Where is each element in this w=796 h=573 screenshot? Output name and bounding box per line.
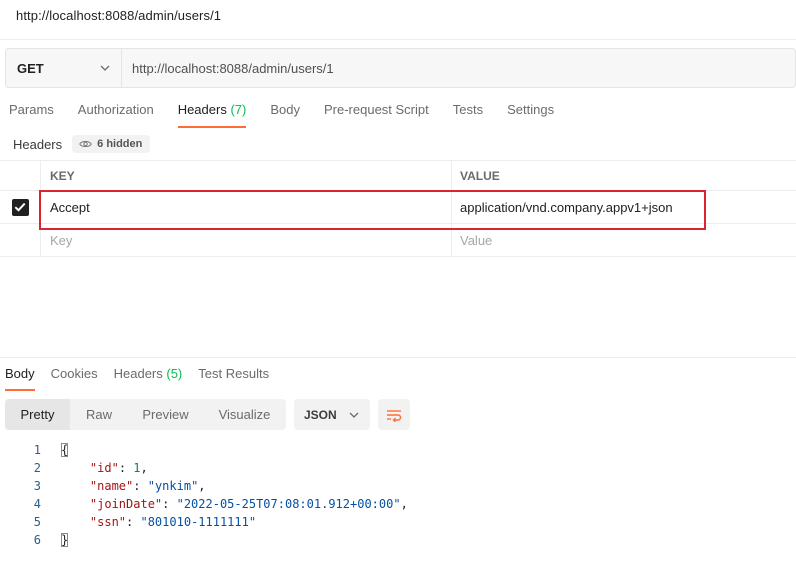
response-body-code[interactable]: 1 { 2 "id": 1, 3 "name": "ynkim", 4 "joi… [0, 441, 796, 549]
table-row-empty: Key Value [0, 224, 796, 257]
tab-label: Pre-request Script [323, 102, 429, 117]
line-number: 5 [33, 515, 41, 529]
json-value: 1 [133, 461, 141, 475]
tab-tests[interactable]: Tests [453, 102, 483, 128]
url-input[interactable] [122, 49, 795, 87]
checkmark-icon [14, 202, 26, 212]
tab-label: Params [9, 102, 54, 117]
line-number: 3 [33, 479, 41, 493]
view-visualize-button[interactable]: Visualize [203, 399, 286, 430]
column-header-value: VALUE [460, 168, 500, 183]
header-key-cell[interactable]: Accept [41, 191, 452, 223]
tab-authorization[interactable]: Authorization [78, 102, 154, 128]
json-key: "id" [89, 461, 119, 475]
tab-response-headers[interactable]: Headers (5) [114, 366, 183, 391]
tab-label: Body [5, 366, 35, 381]
tab-label: Test Results [198, 366, 270, 381]
tab-test-results[interactable]: Test Results [198, 366, 269, 391]
column-header-key: KEY [41, 161, 452, 190]
tab-label: Headers [177, 102, 227, 117]
tab-label: Headers [113, 366, 163, 381]
line-number: 1 [33, 443, 41, 457]
json-key: "ssn" [89, 515, 127, 529]
json-value: "ynkim" [147, 479, 199, 493]
method-label: GET [17, 60, 44, 76]
tab-label: Settings [507, 102, 555, 117]
code-line: 1 { [0, 441, 796, 459]
close-brace: } [61, 533, 69, 547]
headers-table: KEY VALUE Accept application/vnd.company… [0, 160, 796, 257]
divider [0, 39, 796, 40]
url-bar: GET [5, 48, 796, 88]
json-value: "2022-05-25T07:08:01.912+00:00" [176, 497, 401, 511]
divider [0, 357, 796, 358]
code-line: 6 } [0, 531, 796, 549]
format-label: JSON [304, 407, 337, 422]
hidden-headers-toggle[interactable]: 6 hidden [72, 135, 151, 153]
eye-icon [79, 140, 92, 148]
code-line: 5 "ssn": "801010-1111111" [0, 513, 796, 531]
line-number: 6 [33, 533, 41, 547]
json-key: "name" [89, 479, 134, 493]
tab-count: (5) [166, 366, 183, 381]
json-value: "801010-1111111" [140, 515, 257, 529]
tab-label: Authorization [77, 102, 154, 117]
table-header-row: KEY VALUE [0, 160, 796, 191]
tab-count: (7) [230, 102, 247, 117]
request-tabs: Params Authorization Headers (7) Body Pr… [9, 102, 578, 128]
row-enabled-checkbox[interactable] [11, 198, 29, 216]
code-line: 2 "id": 1, [0, 459, 796, 477]
tab-params[interactable]: Params [9, 102, 54, 128]
tab-label: Tests [452, 102, 484, 117]
line-number: 2 [33, 461, 41, 475]
hidden-count-label: 6 hidden [97, 138, 143, 150]
tab-label: Cookies [50, 366, 98, 381]
new-key-field[interactable]: Key [41, 224, 452, 256]
wrap-lines-button[interactable] [378, 399, 410, 430]
code-line: 4 "joinDate": "2022-05-25T07:08:01.912+0… [0, 495, 796, 513]
tab-response-cookies[interactable]: Cookies [51, 366, 98, 391]
open-brace: { [61, 443, 69, 457]
response-tabs: Body Cookies Headers (5) Test Results [5, 366, 285, 391]
tab-label: Body [270, 102, 300, 117]
method-dropdown[interactable]: GET [6, 49, 122, 87]
format-dropdown[interactable]: JSON [294, 399, 370, 430]
headers-subheader: Headers 6 hidden [13, 135, 151, 153]
view-pretty-button[interactable]: Pretty [5, 399, 70, 430]
tab-response-body[interactable]: Body [5, 366, 35, 391]
chevron-down-icon [100, 65, 110, 71]
wrap-icon [387, 409, 402, 422]
postman-request-page: http://localhost:8088/admin/users/1 GET … [0, 0, 796, 573]
view-raw-button[interactable]: Raw [70, 399, 128, 430]
view-preview-button[interactable]: Preview [128, 399, 203, 430]
json-key: "joinDate" [89, 497, 163, 511]
tab-settings[interactable]: Settings [507, 102, 554, 128]
tab-headers[interactable]: Headers (7) [177, 102, 247, 128]
table-row: Accept application/vnd.company.appv1+jso… [0, 191, 796, 224]
tab-body[interactable]: Body [270, 102, 300, 128]
request-title: http://localhost:8088/admin/users/1 [16, 8, 222, 23]
header-value-cell[interactable]: application/vnd.company.appv1+json [452, 191, 796, 223]
chevron-down-icon [349, 412, 359, 418]
code-line: 3 "name": "ynkim", [0, 477, 796, 495]
headers-label: Headers [13, 136, 63, 152]
view-mode-group: Pretty Raw Preview Visualize [5, 399, 286, 430]
tab-pre-request-script[interactable]: Pre-request Script [324, 102, 429, 128]
new-value-field[interactable]: Value [452, 224, 796, 256]
line-number: 4 [33, 497, 41, 511]
